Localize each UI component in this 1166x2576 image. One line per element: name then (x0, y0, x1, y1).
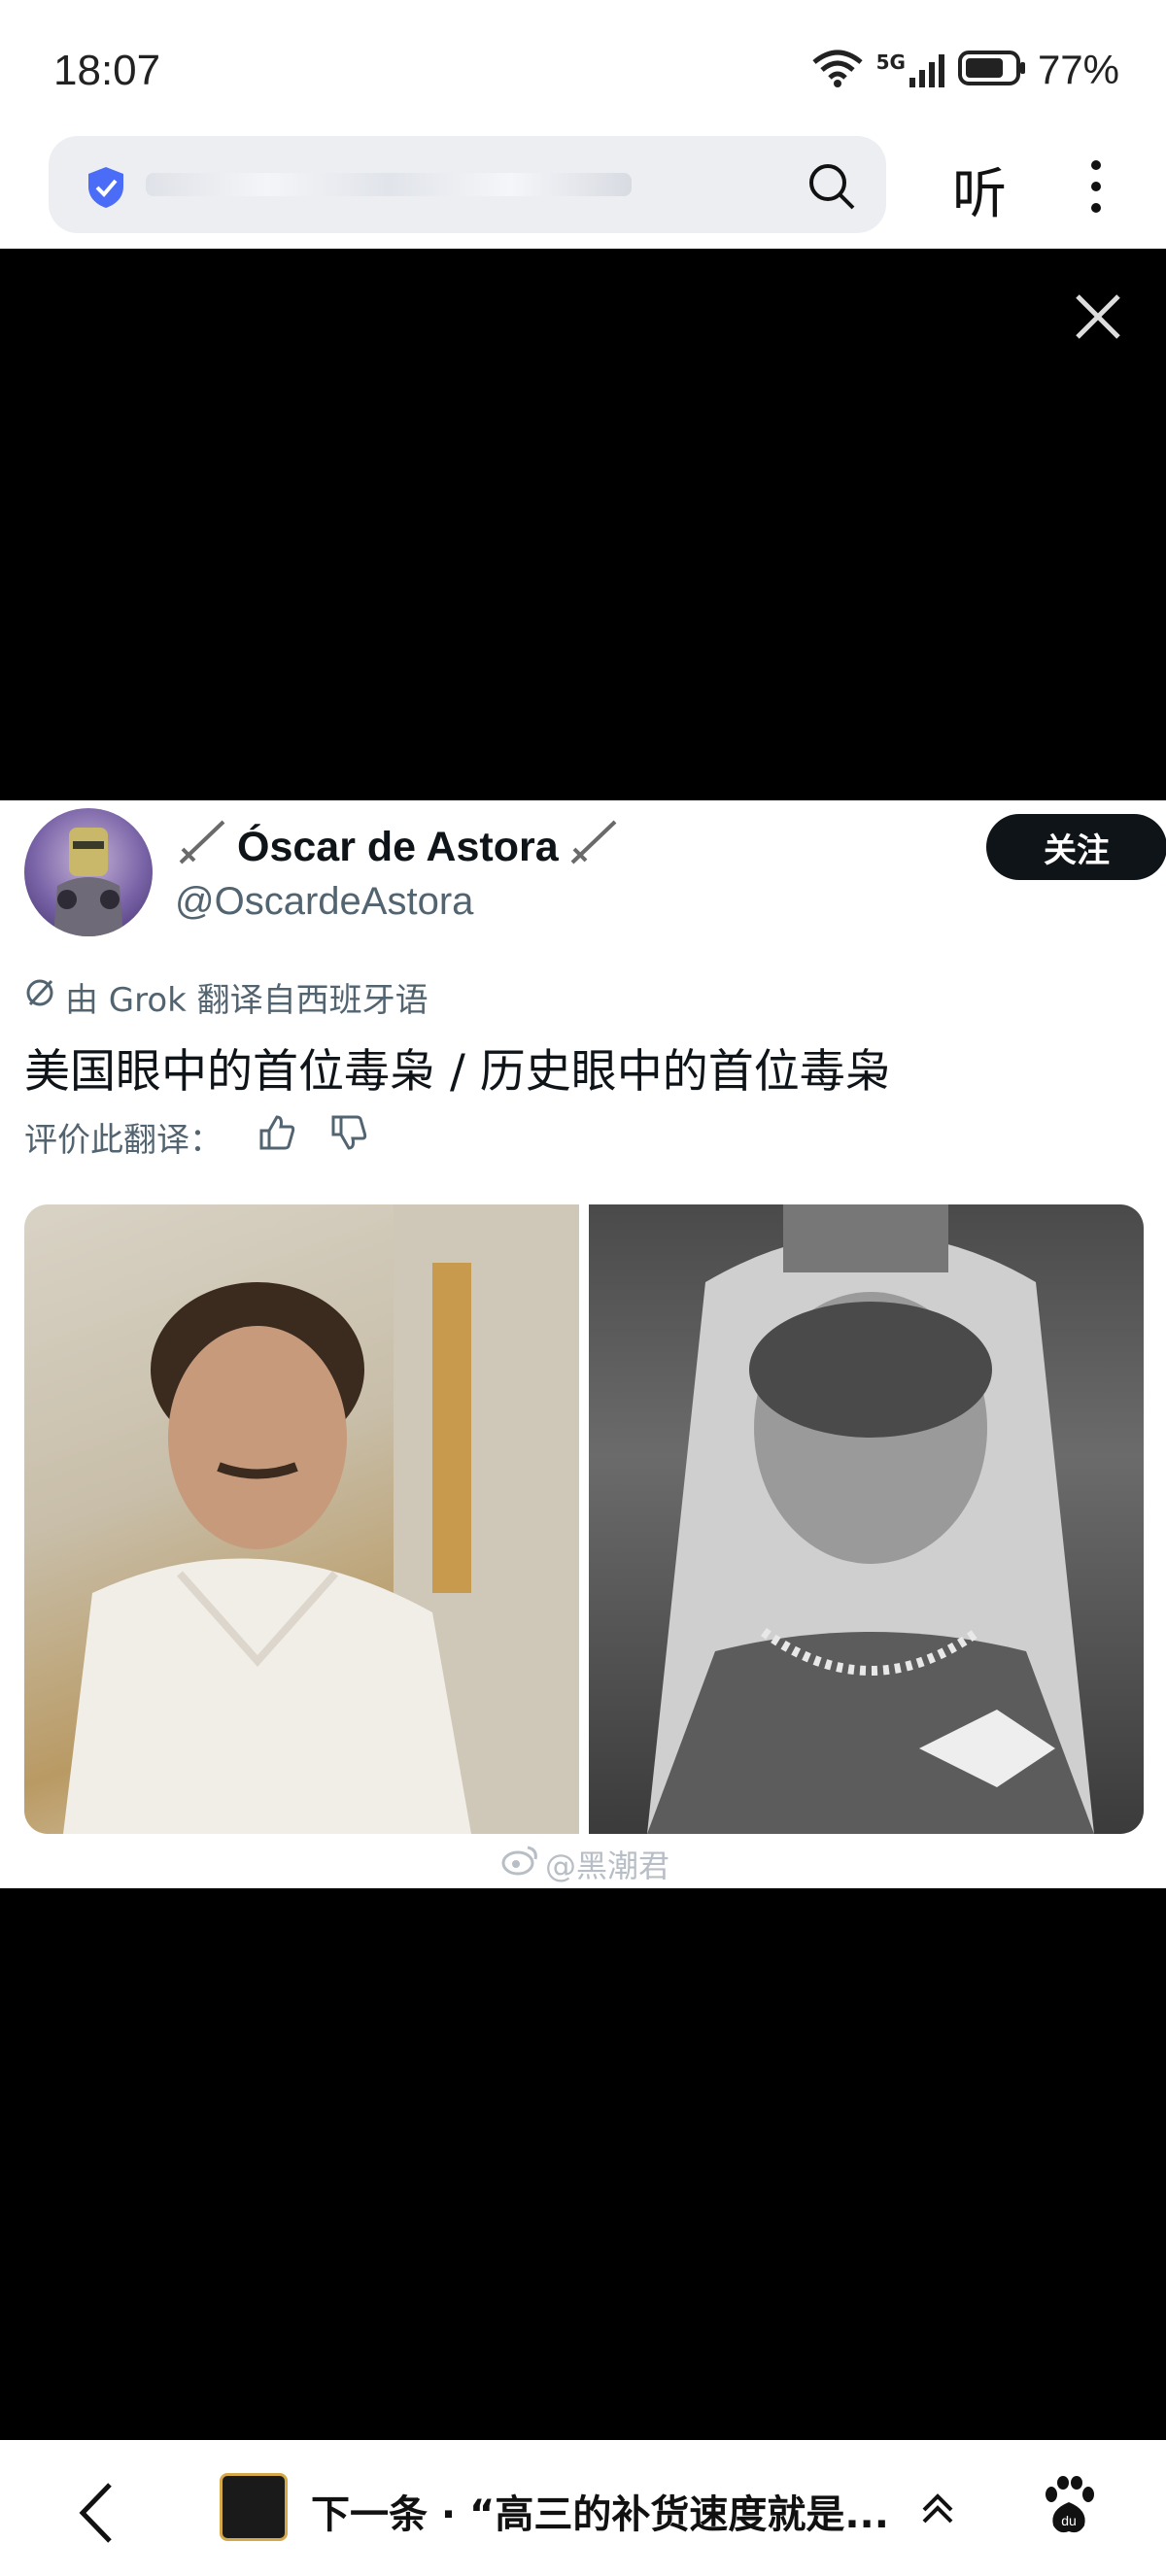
svg-text:du: du (1061, 2513, 1077, 2528)
thumbs-down-icon[interactable] (329, 1113, 368, 1161)
wifi-icon (810, 49, 865, 91)
cellular-icon: 5G (876, 51, 946, 89)
chevron-up-icon[interactable] (918, 2489, 957, 2531)
sword-icon (566, 818, 621, 877)
battery-percent: 77% (1037, 47, 1119, 92)
search-icon[interactable] (806, 161, 857, 216)
browser-toolbar: 听 (0, 126, 1166, 249)
status-time: 18:07 (53, 47, 161, 94)
next-article-thumbnail[interactable] (220, 2473, 288, 2541)
weibo-watermark: @黑潮君 (500, 1842, 669, 1886)
tweet-photo-right[interactable] (589, 1204, 1144, 1834)
shield-icon (86, 165, 126, 214)
address-bar[interactable] (49, 136, 886, 233)
translated-by-text: 由 Grok 翻译自西班牙语 (65, 981, 429, 1020)
image-viewer-top (0, 249, 1166, 800)
display-name: Óscar de Astora (237, 824, 559, 870)
listen-button[interactable]: 听 (952, 151, 1007, 229)
battery-icon (957, 49, 1026, 91)
avatar[interactable] (24, 808, 153, 936)
tweet-photo-left[interactable] (24, 1204, 579, 1834)
tweet-text: 美国眼中的首位毒枭 / 历史眼中的首位毒枭 (24, 1045, 891, 1099)
baidu-paw-icon[interactable]: du (1040, 2475, 1098, 2541)
translation-notice: 由 Grok 翻译自西班牙语 (24, 973, 429, 1021)
watermark-text: @黑潮君 (545, 1847, 670, 1884)
url-text-blurred (146, 173, 632, 196)
grok-icon (24, 977, 55, 1017)
sword-icon (175, 818, 229, 877)
user-handle[interactable]: @OscardeAstora (175, 880, 473, 924)
thumbs-up-icon[interactable] (257, 1113, 296, 1161)
follow-button[interactable]: 关注 (986, 814, 1166, 880)
more-menu-icon[interactable] (1086, 157, 1106, 220)
rate-translation-row: 评价此翻译： (24, 1113, 368, 1161)
bottom-nav: 下一条 · “高三的补货速度就是... du (0, 2440, 1166, 2576)
next-article-title[interactable]: 下一条 · “高三的补货速度就是... (311, 2483, 889, 2539)
network-type: 5G (875, 51, 906, 74)
tweet-media (24, 1204, 1144, 1834)
image-viewer-bottom (0, 1888, 1166, 2440)
tweet-card: Óscar de Astora @OscardeAstora 关注 由 Grok… (0, 800, 1166, 1888)
status-bar: 18:07 5G 77% (0, 0, 1166, 136)
display-name-row[interactable]: Óscar de Astora (175, 818, 621, 877)
close-icon[interactable] (1074, 292, 1122, 345)
rate-label: 评价此翻译： (24, 1121, 223, 1160)
status-icons: 5G 77% (810, 47, 1119, 93)
weibo-icon (500, 1844, 539, 1884)
back-arrow-icon[interactable] (73, 2479, 121, 2551)
